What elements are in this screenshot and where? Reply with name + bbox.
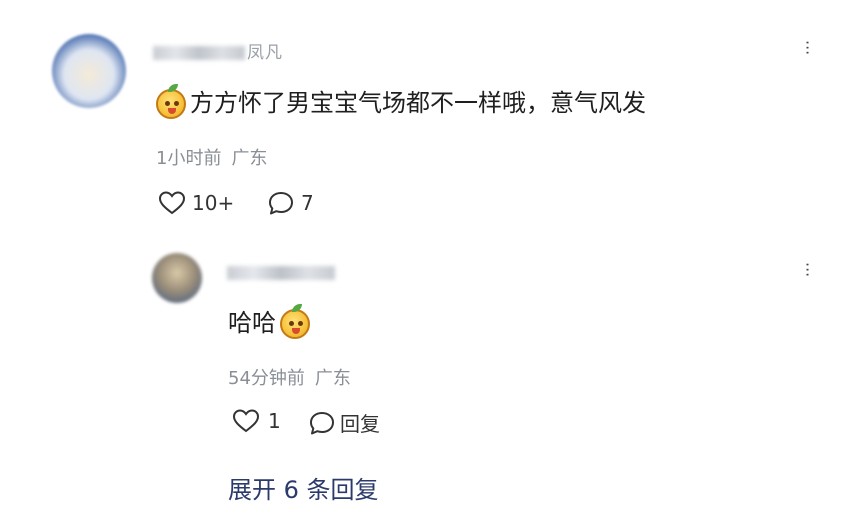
reply-like-button[interactable]: 1 [232, 408, 281, 434]
heart-icon [232, 409, 260, 433]
avatar[interactable] [52, 34, 126, 108]
reply-avatar[interactable] [152, 253, 202, 303]
smiling-mango-emoji-icon [156, 84, 186, 119]
reply-time: 54分钟前 [228, 368, 305, 389]
speech-bubble-icon [269, 192, 293, 215]
reply-count: 7 [301, 191, 314, 215]
like-button[interactable]: 10+ [158, 190, 234, 216]
reply-location: 广东 [314, 368, 351, 389]
reply-text-content: 哈哈 [228, 309, 276, 337]
reply-username[interactable] [227, 262, 335, 284]
reply-meta: 54分钟前 广东 [228, 364, 351, 390]
reply-button[interactable]: 7 [267, 190, 314, 216]
comment-time: 1小时前 [156, 148, 222, 169]
blurred-username-part [153, 46, 245, 60]
comment-text: 方方怀了男宝宝气场都不一样哦，意气风发 [156, 84, 646, 120]
username-visible-part: 凤凡 [247, 43, 283, 63]
reply-text: 哈哈 [228, 304, 310, 340]
reply-more-options-icon[interactable]: ··· [798, 262, 817, 277]
expand-replies-link[interactable]: 展开 6 条回复 [228, 470, 379, 505]
reply-label: 回复 [340, 412, 380, 436]
comment-location: 广东 [231, 148, 268, 169]
reply-like-count: 1 [268, 409, 281, 433]
smiling-mango-emoji-icon [280, 304, 310, 339]
like-count: 10+ [192, 191, 235, 215]
username[interactable]: 凤凡 [153, 38, 283, 63]
comment-text-content: 方方怀了男宝宝气场都不一样哦，意气风发 [190, 89, 646, 117]
comment-meta: 1小时前 广东 [156, 144, 267, 170]
more-options-icon[interactable]: ··· [798, 40, 817, 55]
blurred-username [227, 265, 335, 280]
heart-icon [158, 191, 186, 215]
reply-to-reply-button[interactable]: 回复 [308, 408, 380, 437]
speech-bubble-icon [310, 411, 334, 434]
